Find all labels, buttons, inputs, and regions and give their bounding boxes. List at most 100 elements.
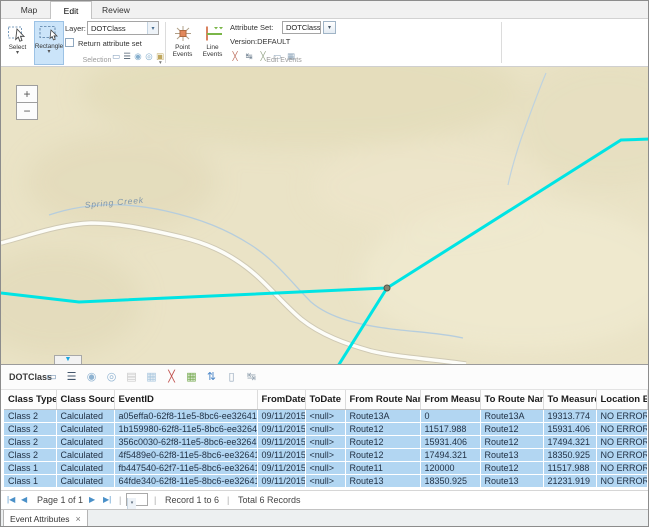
rectangle-tool-button[interactable]: Rectangle ▾ (34, 21, 64, 65)
table-cell[interactable]: Route13 (345, 474, 420, 487)
select-tool-button[interactable]: Select ▾ (3, 22, 32, 65)
table-menu-icon[interactable]: ☰ (64, 369, 79, 385)
table-cell[interactable]: 17494.321 (543, 435, 596, 448)
table-cell[interactable]: NO ERROR (596, 448, 647, 461)
column-header-from-measure[interactable]: From Measure (420, 390, 480, 409)
table-cell[interactable]: 09/11/2015 (257, 422, 305, 435)
table-cell[interactable]: Route12 (345, 422, 420, 435)
layer-dropdown[interactable]: DOTClass ▾ (87, 21, 159, 35)
table-row[interactable]: Class 1Calculated64fde340-62f8-11e5-8bc6… (4, 474, 647, 487)
table-cell[interactable]: 11517.988 (420, 422, 480, 435)
table-cell[interactable]: 09/11/2015 (257, 461, 305, 474)
table-cell[interactable]: Route13 (480, 474, 543, 487)
first-page-button[interactable]: |◀ (7, 495, 15, 504)
table-cell[interactable]: Route11 (345, 461, 420, 474)
ribbon-tab-edit[interactable]: Edit (50, 1, 92, 19)
table-cell[interactable]: Class 1 (4, 461, 56, 474)
attribute-view-icon[interactable]: ▦ (144, 369, 159, 385)
table-row[interactable]: Class 1Calculatedfb447540-62f7-11e5-8bc6… (4, 461, 647, 474)
tab-event-attributes[interactable]: Event Attributes × (3, 510, 88, 527)
zoom-to-selection-icon[interactable]: ◉ (133, 50, 143, 62)
column-header-fromdate[interactable]: FromDate (257, 390, 305, 409)
point-events-button[interactable]: Point Events (168, 22, 197, 65)
column-header-todate[interactable]: ToDate (305, 390, 345, 409)
pan-to-selection-icon[interactable]: ◎ (144, 50, 154, 62)
table-row[interactable]: Class 2Calculated1b159980-62f8-11e5-8bc6… (4, 422, 647, 435)
last-page-button[interactable]: ▶| (103, 495, 111, 504)
table-cell[interactable]: 17494.321 (420, 448, 480, 461)
column-header-from-route-name[interactable]: From Route Name (345, 390, 420, 409)
table-cell[interactable]: Route12 (345, 448, 420, 461)
table-cell[interactable]: NO ERROR (596, 435, 647, 448)
pan-to-selected-icon[interactable]: ◎ (104, 369, 119, 385)
table-cell[interactable]: 11517.988 (543, 461, 596, 474)
table-cell[interactable]: 4f5489e0-62f8-11e5-8bc6-ee32641d5ec9 (114, 448, 257, 461)
table-cell[interactable]: Route13A (345, 409, 420, 422)
ribbon-tab-map[interactable]: Map (8, 1, 50, 18)
table-cell[interactable]: Class 1 (4, 474, 56, 487)
attribute-set-arrow-button[interactable]: ▾ (323, 21, 336, 34)
table-cell[interactable]: NO ERROR (596, 474, 647, 487)
table-row[interactable]: Class 2Calculateda05effa0-62f8-11e5-8bc6… (4, 409, 647, 422)
table-cell[interactable]: Calculated (56, 448, 114, 461)
table-cell[interactable]: 1b159980-62f8-11e5-8bc6-ee32641d5ec9 (114, 422, 257, 435)
split-event-icon[interactable]: ╳ (230, 50, 240, 62)
column-header-location-error[interactable]: Location Error (596, 390, 647, 409)
select-by-box-icon[interactable]: ▭ (111, 50, 121, 62)
table-cell[interactable]: 09/11/2015 (257, 435, 305, 448)
table-cell[interactable]: <null> (305, 422, 345, 435)
table-cell[interactable]: 09/11/2015 (257, 474, 305, 487)
table-cell[interactable]: 09/11/2015 (257, 409, 305, 422)
table-cell[interactable]: Route12 (345, 435, 420, 448)
table-cell[interactable]: <null> (305, 474, 345, 487)
table-cell[interactable]: Class 2 (4, 422, 56, 435)
selection-options-caret-icon[interactable]: ▾ (159, 60, 162, 66)
measure-ranges-icon[interactable]: ↹ (244, 369, 259, 385)
ribbon-tab-review[interactable]: Review (92, 1, 140, 18)
delete-records-icon[interactable]: ╳ (164, 369, 179, 385)
table-cell[interactable]: <null> (305, 435, 345, 448)
record-form-icon[interactable]: ▯ (224, 369, 239, 385)
table-cell[interactable]: Route12 (480, 422, 543, 435)
table-cell[interactable]: Calculated (56, 461, 114, 474)
select-records-icon[interactable]: ▭ (44, 369, 59, 385)
table-cell[interactable]: Calculated (56, 474, 114, 487)
table-cell[interactable]: 18350.925 (543, 448, 596, 461)
table-row[interactable]: Class 2Calculated4f5489e0-62f8-11e5-8bc6… (4, 448, 647, 461)
page-selector[interactable]: 1 ▾ (126, 493, 148, 506)
table-cell[interactable]: 19313.774 (543, 409, 596, 422)
map-canvas[interactable]: Spring Creek + − ▼ (1, 67, 649, 364)
table-cell[interactable]: a05effa0-62f8-11e5-8bc6-ee32641d5ec9 (114, 409, 257, 422)
table-cell[interactable]: 15931.406 (543, 422, 596, 435)
next-page-button[interactable]: ▶ (89, 495, 95, 504)
table-cell[interactable]: 120000 (420, 461, 480, 474)
sort-records-icon[interactable]: ⇅ (204, 369, 219, 385)
table-cell[interactable]: Route13A (480, 409, 543, 422)
merge-events-icon[interactable]: ↹ (244, 50, 254, 62)
table-row[interactable]: Class 2Calculated356c0030-62f8-11e5-8bc6… (4, 435, 647, 448)
table-cell[interactable]: 15931.406 (420, 435, 480, 448)
table-cell[interactable]: <null> (305, 448, 345, 461)
table-cell[interactable]: fb447540-62f7-11e5-8bc6-ee32641d5ec9 (114, 461, 257, 474)
table-cell[interactable]: Calculated (56, 435, 114, 448)
table-cell[interactable]: 18350.925 (420, 474, 480, 487)
zoom-out-button[interactable]: − (16, 102, 38, 120)
previous-page-button[interactable]: ◀ (21, 495, 27, 504)
table-cell[interactable]: Class 2 (4, 435, 56, 448)
table-cell[interactable]: NO ERROR (596, 422, 647, 435)
table-cell[interactable]: Class 2 (4, 409, 56, 422)
line-events-button[interactable]: Line Events (198, 22, 227, 65)
zoom-in-button[interactable]: + (16, 85, 38, 103)
column-header-class-source[interactable]: Class Source (56, 390, 114, 409)
table-cell[interactable]: 09/11/2015 (257, 448, 305, 461)
save-edits-icon[interactable]: ▤ (124, 369, 139, 385)
table-cell[interactable]: 64fde340-62f8-11e5-8bc6-ee32641d5ec9 (114, 474, 257, 487)
table-cell[interactable]: 0 (420, 409, 480, 422)
tab-close-icon[interactable]: × (76, 515, 81, 523)
table-cell[interactable]: NO ERROR (596, 461, 647, 474)
column-header-class-type[interactable]: Class Type (4, 390, 56, 409)
table-cell[interactable]: <null> (305, 461, 345, 474)
table-cell[interactable]: Calculated (56, 422, 114, 435)
table-cell[interactable]: Route12 (480, 435, 543, 448)
return-attribute-set-checkbox[interactable] (65, 38, 74, 47)
